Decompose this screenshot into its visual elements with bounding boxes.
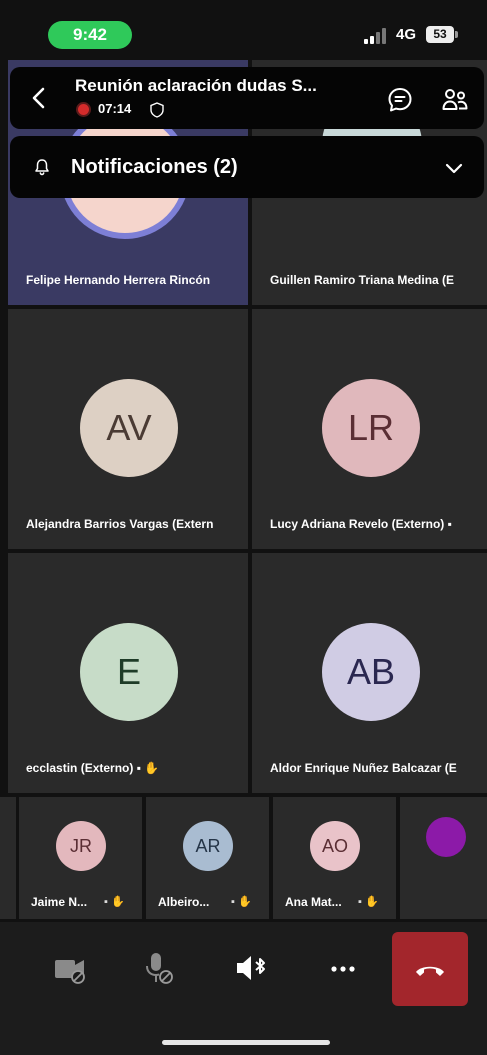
meeting-title: Reunión aclaración dudas S... [75,76,317,95]
avatar-initials: LR [347,407,395,448]
people-icon[interactable] [441,86,469,114]
chevron-left-icon[interactable] [25,84,53,112]
end-call-button[interactable] [392,932,468,1006]
mini-avatar [426,817,466,857]
chevron-down-icon[interactable] [444,158,464,178]
participant-tile[interactable]: E ecclastin (Externo) ▪ ✋ [8,553,248,793]
speaker-bluetooth-icon[interactable] [233,950,269,986]
mini-participant-tile[interactable]: AR Albeiro... ▪ ✋ [146,797,269,919]
participant-avatar: LR [322,379,420,477]
avatar-initials: AB [346,651,396,692]
participant-tile[interactable]: AV Alejandra Barrios Vargas (Extern [8,309,248,549]
mini-participant-name: Ana Mat... [285,895,342,909]
avatar-initials: AO [321,835,348,856]
mini-participant-name: Albeiro... [158,895,210,909]
mini-participant-tile[interactable]: JR Jaime N... ▪ ✋ [19,797,142,919]
camera-off-icon[interactable] [53,950,89,986]
participant-name: Guillen Ramiro Triana Medina (E [270,273,455,287]
mini-participant-name: Jaime N... [31,895,88,909]
participant-avatar: AB [322,623,420,721]
mini-tile-partial[interactable] [0,797,16,919]
mini-avatar: AR [183,821,233,871]
bell-icon [35,159,49,176]
avatar-initials: AR [195,835,221,856]
mini-status-icons: ▪ ✋ [104,896,125,908]
participant-name: Felipe Hernando Herrera Rincón [26,273,211,287]
participant-avatar: AV [80,379,178,477]
network-type: 4G [396,26,417,43]
notifications-label: Notificaciones (2) [71,156,238,178]
mini-avatar: JR [56,821,106,871]
participant-name: Alejandra Barrios Vargas (Extern [26,517,214,531]
participant-name: Aldor Enrique Nuñez Balcazar (E [270,761,457,775]
participant-name: Lucy Adriana Revelo (Externo) ▪ [270,517,452,531]
hang-up-icon [416,966,444,976]
battery-level: 53 [426,26,458,43]
signal-icon [364,28,386,44]
status-time: 9:42 [48,21,132,49]
mini-participant-tile[interactable]: AO Ana Mat... ▪ ✋ [273,797,396,919]
more-icon[interactable] [325,950,361,986]
shield-icon [150,102,164,118]
participant-name: ecclastin (Externo) ▪ ✋ [26,761,160,775]
avatar-initials: AV [106,407,152,448]
mini-participant-tile[interactable] [400,797,487,919]
mini-status-icons: ▪ ✋ [231,896,252,908]
chat-icon[interactable] [386,86,414,114]
home-indicator [162,1040,330,1045]
mic-off-icon[interactable] [140,950,176,986]
record-icon [78,104,89,115]
participant-avatar: E [80,623,178,721]
mini-avatar: AO [310,821,360,871]
participant-tile[interactable]: AB Aldor Enrique Nuñez Balcazar (E [252,553,487,793]
avatar-initials: E [116,651,141,692]
participant-tile[interactable]: LR Lucy Adriana Revelo (Externo) ▪ [252,309,487,549]
recording-time: 07:14 [98,101,132,116]
mini-status-icons: ▪ ✋ [358,896,379,908]
avatar-initials: JR [70,835,92,856]
